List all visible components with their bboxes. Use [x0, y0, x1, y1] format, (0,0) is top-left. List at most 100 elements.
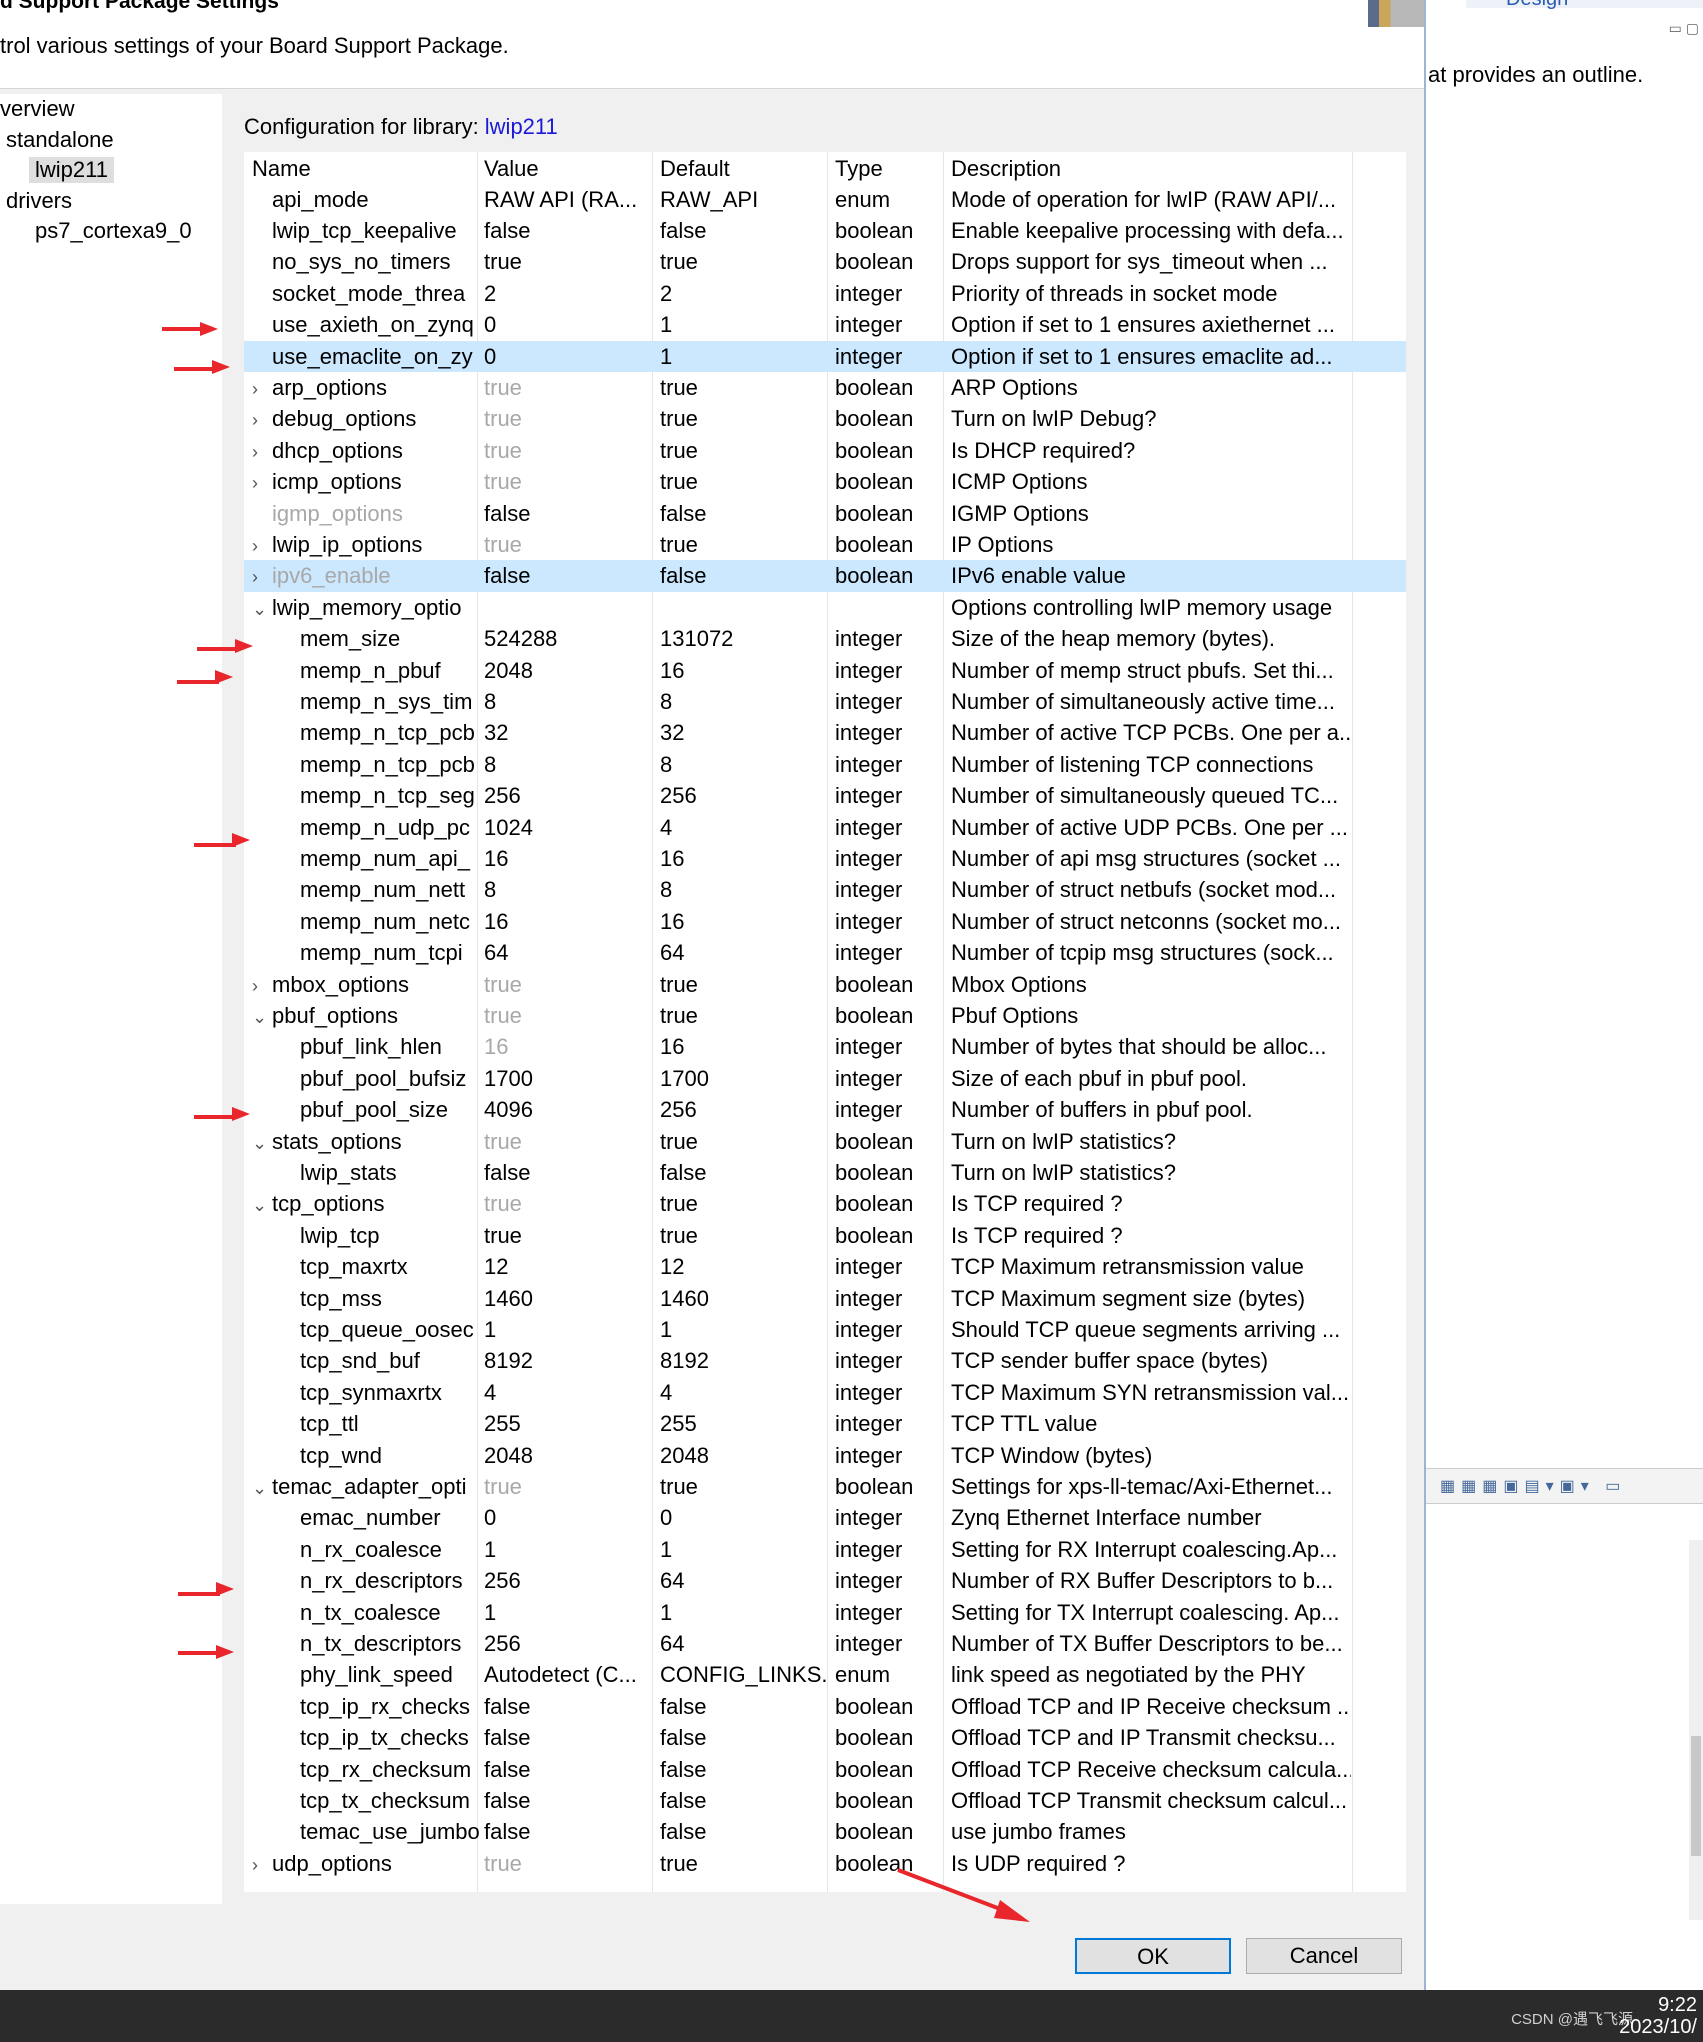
chevron-down-icon[interactable]: ⌄ [252, 1133, 272, 1154]
cancel-button[interactable]: Cancel [1246, 1938, 1402, 1974]
chevron-right-icon[interactable]: › [252, 976, 272, 997]
table-row[interactable]: memp_n_sys_tim 8 8 integer Number of simulta… [244, 686, 1406, 717]
table-row[interactable]: lwip_stats false false boolean Turn on lwIP … [244, 1157, 1406, 1188]
view-toolbar[interactable]: ▦▦▦▣▤▾▣▾ ▭ [1426, 1468, 1703, 1504]
table-row[interactable]: lwip_tcp_keepalive false false boolean Enabl… [244, 215, 1406, 246]
table-row[interactable]: › dhcp_options true true boolean Is DHCP requ… [244, 435, 1406, 466]
table-row[interactable]: api_mode RAW API (RA... RAW_API enum Mode of… [244, 184, 1406, 215]
tree-item-ps7-cortexa9-0[interactable]: ps7_cortexa9_0 [35, 218, 192, 244]
cell-value[interactable]: 1 [484, 1317, 650, 1343]
table-row[interactable]: temac_use_jumbo false false boolean use jumb… [244, 1816, 1406, 1847]
tree-item-overview[interactable]: verview [0, 96, 75, 122]
cell-value[interactable]: 8192 [484, 1348, 650, 1374]
scrollbar-thumb[interactable] [1691, 1736, 1701, 1856]
table-row[interactable]: memp_num_api_ 16 16 integer Number of api ms… [244, 843, 1406, 874]
table-row[interactable]: pbuf_pool_bufsiz 1700 1700 integer Size of e… [244, 1063, 1406, 1094]
tree-item-drivers[interactable]: drivers [6, 188, 72, 214]
cell-value[interactable]: 4096 [484, 1097, 650, 1123]
cell-value[interactable]: 32 [484, 720, 650, 746]
table-row[interactable]: memp_n_udp_pc 1024 4 integer Number of activ… [244, 812, 1406, 843]
table-row[interactable]: mem_size 524288 131072 integer Size of the h… [244, 623, 1406, 654]
tree-item-standalone[interactable]: standalone [6, 127, 114, 153]
cell-value[interactable]: 16 [484, 846, 650, 872]
cell-value[interactable]: false [484, 218, 650, 244]
cell-value[interactable]: true [484, 1474, 650, 1500]
cell-value[interactable]: false [484, 1819, 650, 1845]
cell-value[interactable]: RAW API (RA... [484, 187, 650, 213]
cell-value[interactable]: 8 [484, 877, 650, 903]
table-row[interactable]: n_tx_descriptors 256 64 integer Number of TX… [244, 1628, 1406, 1659]
cell-value[interactable]: 0 [484, 1505, 650, 1531]
cell-value[interactable]: false [484, 1160, 650, 1186]
table-row[interactable]: socket_mode_threa 2 2 integer Priority of th… [244, 278, 1406, 309]
cell-value[interactable]: true [484, 1223, 650, 1249]
cell-value[interactable]: 4 [484, 1380, 650, 1406]
table-row[interactable]: phy_link_speed Autodetect (C... CONFIG_LIN… [244, 1659, 1406, 1690]
chevron-down-icon[interactable]: ⌄ [252, 1478, 272, 1499]
chevron-right-icon[interactable]: › [252, 1855, 272, 1876]
table-row[interactable]: tcp_synmaxrtx 4 4 integer TCP Maximum SYN re… [244, 1377, 1406, 1408]
chevron-right-icon[interactable]: › [252, 379, 272, 400]
cell-value[interactable]: 16 [484, 909, 650, 935]
cell-value[interactable]: 0 [484, 344, 650, 370]
cell-value[interactable]: 524288 [484, 626, 650, 652]
table-row[interactable]: memp_num_netc 16 16 integer Number of struct… [244, 906, 1406, 937]
table-row[interactable]: tcp_wnd 2048 2048 integer TCP Window (bytes) [244, 1440, 1406, 1471]
tree-item-lwip211[interactable]: lwip211 [29, 157, 114, 183]
table-row[interactable]: no_sys_no_timers true true boolean Drops sup… [244, 246, 1406, 277]
cell-value[interactable]: Autodetect (C... [484, 1662, 650, 1688]
cell-value[interactable]: 256 [484, 1631, 650, 1657]
table-row[interactable]: pbuf_link_hlen 16 16 integer Number of bytes… [244, 1031, 1406, 1062]
table-row[interactable]: › lwip_ip_options true true boolean IP Option… [244, 529, 1406, 560]
cell-value[interactable]: 2048 [484, 1443, 650, 1469]
cell-value[interactable]: true [484, 1851, 650, 1877]
column-header-description[interactable]: Description [951, 156, 1061, 182]
cell-value[interactable]: 16 [484, 1034, 650, 1060]
table-row[interactable]: memp_num_tcpi 64 64 integer Number of tcpip … [244, 937, 1406, 968]
cell-value[interactable]: 1460 [484, 1286, 650, 1312]
cell-value[interactable]: 0 [484, 312, 650, 338]
table-row[interactable]: ⌄ stats_options true true boolean Turn on lwI… [244, 1126, 1406, 1157]
cell-value[interactable]: 8 [484, 689, 650, 715]
cell-value[interactable]: true [484, 972, 650, 998]
table-row[interactable]: n_rx_descriptors 256 64 integer Number of RX… [244, 1565, 1406, 1596]
cell-value[interactable]: false [484, 1694, 650, 1720]
cell-value[interactable]: true [484, 438, 650, 464]
cell-value[interactable]: 8 [484, 752, 650, 778]
table-row[interactable]: emac_number 0 0 integer Zynq Ethernet Interf… [244, 1502, 1406, 1533]
chevron-right-icon[interactable]: › [252, 442, 272, 463]
table-row[interactable]: › mbox_options true true boolean Mbox Options [244, 969, 1406, 1000]
taskbar-clock[interactable]: 9:22 2023/10/ [1619, 1994, 1697, 2038]
cell-value[interactable]: 255 [484, 1411, 650, 1437]
cell-value[interactable]: false [484, 1757, 650, 1783]
table-row[interactable]: use_emaclite_on_zy 0 1 integer Option if set… [244, 340, 1406, 372]
table-row[interactable]: tcp_queue_oosec 1 1 integer Should TCP queue… [244, 1314, 1406, 1345]
table-row[interactable]: › arp_options true true boolean ARP Options [244, 372, 1406, 403]
table-row[interactable]: tcp_rx_checksum false false boolean Offload … [244, 1754, 1406, 1785]
column-header-type[interactable]: Type [835, 156, 883, 182]
cell-value[interactable]: false [484, 1788, 650, 1814]
table-row[interactable]: › ipv6_enable false false boolean IPv6 enable… [244, 560, 1406, 592]
table-row[interactable]: tcp_ttl 255 255 integer TCP TTL value [244, 1408, 1406, 1439]
cell-value[interactable]: 256 [484, 783, 650, 809]
cell-value[interactable]: true [484, 1003, 650, 1029]
table-row[interactable]: ⌄ pbuf_options true true boolean Pbuf Options [244, 1000, 1406, 1031]
cell-value[interactable]: 1 [484, 1537, 650, 1563]
table-row[interactable]: igmp_options false false boolean IGMP Option… [244, 498, 1406, 529]
chevron-right-icon[interactable]: › [252, 567, 272, 588]
table-row[interactable]: n_tx_coalesce 1 1 integer Setting for TX Int… [244, 1597, 1406, 1628]
table-row[interactable]: use_axieth_on_zynq 0 1 integer Option if set… [244, 309, 1406, 340]
chevron-right-icon[interactable]: › [252, 473, 272, 494]
cell-value[interactable]: false [484, 1725, 650, 1751]
table-row[interactable]: tcp_maxrtx 12 12 integer TCP Maximum retrans… [244, 1251, 1406, 1282]
cell-value[interactable]: true [484, 406, 650, 432]
tab-design[interactable]: Design [1506, 0, 1568, 11]
cell-value[interactable]: true [484, 375, 650, 401]
table-row[interactable]: memp_n_tcp_pcb 8 8 integer Number of listeni… [244, 749, 1406, 780]
table-row[interactable]: lwip_tcp true true boolean Is TCP required ? [244, 1220, 1406, 1251]
chevron-down-icon[interactable]: ⌄ [252, 599, 272, 620]
cell-value[interactable]: false [484, 563, 650, 589]
minimize-maximize-icon[interactable]: ▭ ▢ [1669, 20, 1699, 37]
table-row[interactable]: tcp_tx_checksum false false boolean Offload … [244, 1785, 1406, 1816]
table-row[interactable]: tcp_snd_buf 8192 8192 integer TCP sender buf… [244, 1345, 1406, 1376]
